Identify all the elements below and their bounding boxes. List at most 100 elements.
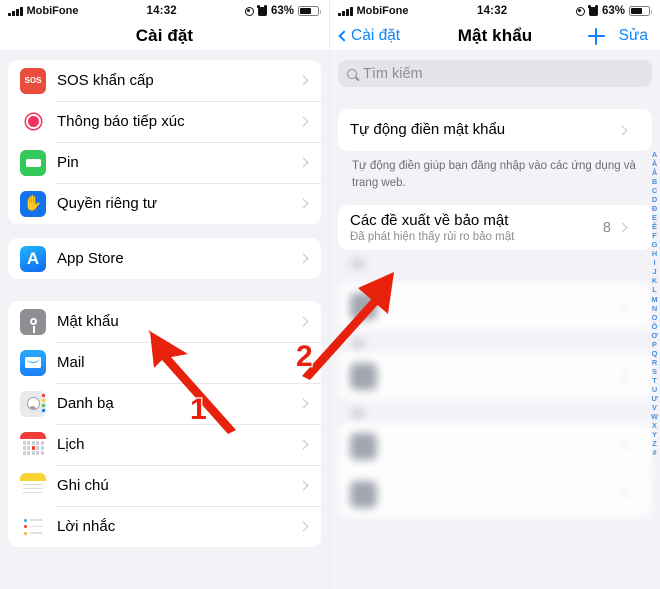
- privacy-hand-icon: ✋: [20, 190, 46, 217]
- security-subtitle: Đã phát hiện thấy rủi ro bảo mật: [350, 231, 515, 244]
- list-item-label: Pin: [57, 154, 79, 171]
- chevron-right-icon: [298, 116, 309, 127]
- chevron-right-icon: [617, 489, 628, 500]
- security-recommendations-card[interactable]: Các đề xuất về bảo mật Đã phát hiện thấy…: [338, 205, 652, 251]
- calendar-icon: [20, 431, 46, 458]
- section-header-redacted: [352, 339, 364, 349]
- index-letter[interactable]: J: [652, 267, 656, 276]
- security-recommendations-row[interactable]: Các đề xuất về bảo mật Đã phát hiện thấy…: [338, 205, 652, 250]
- chevron-right-icon: [298, 439, 309, 450]
- autofill-footnote: Tự động điền giúp bạn đăng nhập vào các …: [352, 160, 636, 189]
- section-header-redacted: [352, 259, 364, 269]
- index-letter[interactable]: K: [652, 276, 657, 285]
- sidebar-item-privacy[interactable]: ✋ Quyền riêng tư: [8, 183, 321, 224]
- sidebar-item-mail[interactable]: Mail: [8, 342, 321, 383]
- index-letter[interactable]: T: [652, 376, 657, 385]
- contacts-icon: [20, 390, 46, 417]
- sidebar-item-exposure-notification[interactable]: Thông báo tiếp xúc: [8, 101, 321, 142]
- password-group-redacted: [338, 422, 652, 519]
- chevron-right-icon: [298, 316, 309, 327]
- edit-button[interactable]: Sửa: [619, 27, 648, 45]
- index-letter[interactable]: E: [652, 213, 657, 222]
- cellular-bars-icon: [338, 6, 353, 16]
- list-item-label: Lịch: [57, 436, 85, 453]
- index-letter[interactable]: Ơ: [651, 331, 657, 340]
- index-letter[interactable]: X: [652, 421, 657, 430]
- settings-group-3: Mật khẩu Mail Danh bạ Lịch Ghi chú Lời n…: [8, 301, 321, 547]
- sidebar-item-battery[interactable]: Pin: [8, 142, 321, 183]
- battery-settings-icon: [20, 149, 46, 176]
- section-header-redacted: [352, 409, 364, 419]
- alarm-clock-icon: [588, 4, 599, 16]
- index-letter[interactable]: #: [652, 448, 656, 457]
- index-letter[interactable]: M: [651, 295, 657, 304]
- chevron-right-icon: [298, 198, 309, 209]
- nav-actions: Sửa: [587, 27, 648, 45]
- sos-icon: SOS: [20, 67, 46, 94]
- back-button[interactable]: Cài đặt: [338, 27, 400, 45]
- index-letter[interactable]: O: [652, 313, 658, 322]
- sidebar-item-notes[interactable]: Ghi chú: [8, 465, 321, 506]
- index-letter[interactable]: Ê: [652, 222, 657, 231]
- index-letter[interactable]: Ă: [652, 159, 657, 168]
- index-letter[interactable]: S: [652, 367, 657, 376]
- status-bar-carrier-group: MobiFone: [338, 5, 408, 17]
- index-letter[interactable]: H: [652, 249, 657, 258]
- list-item[interactable]: [338, 282, 652, 330]
- passwords-list[interactable]: Tìm kiếm Tự động điền mật khẩu Tự động đ…: [330, 60, 660, 589]
- index-letter[interactable]: D: [652, 195, 657, 204]
- autofill-passwords-row[interactable]: Tự động điền mật khẩu: [338, 109, 652, 151]
- index-letter[interactable]: V: [652, 403, 657, 412]
- index-letter[interactable]: B: [652, 177, 657, 186]
- search-placeholder: Tìm kiếm: [363, 65, 423, 82]
- index-letter[interactable]: F: [652, 231, 657, 240]
- chevron-right-icon: [617, 371, 628, 382]
- settings-list[interactable]: SOS SOS khẩn cấp Thông báo tiếp xúc Pin …: [0, 60, 329, 589]
- chevron-right-icon: [298, 75, 309, 86]
- index-letter[interactable]: I: [653, 258, 655, 267]
- chevron-right-icon: [617, 301, 628, 312]
- list-item[interactable]: [338, 422, 652, 470]
- nav-bar-passwords: Cài đặt Mật khẩu Sửa: [330, 22, 660, 50]
- list-item[interactable]: [338, 352, 652, 400]
- passwords-key-icon: [20, 308, 46, 335]
- sidebar-item-sos[interactable]: SOS SOS khẩn cấp: [8, 60, 321, 101]
- index-letter[interactable]: W: [651, 412, 658, 421]
- sidebar-item-contacts[interactable]: Danh bạ: [8, 383, 321, 424]
- index-letter[interactable]: Ư: [651, 394, 657, 403]
- index-letter[interactable]: Â: [652, 168, 657, 177]
- index-letter[interactable]: Q: [652, 349, 658, 358]
- list-item-label: Mật khẩu: [57, 313, 119, 330]
- chevron-right-icon: [617, 441, 628, 452]
- autofill-passwords-card[interactable]: Tự động điền mật khẩu: [338, 109, 652, 151]
- redacted-password-entries[interactable]: [338, 259, 652, 519]
- list-item-label: Danh bạ: [57, 395, 114, 412]
- index-letter[interactable]: G: [652, 240, 658, 249]
- index-letter[interactable]: R: [652, 358, 657, 367]
- exposure-notification-icon: [20, 108, 46, 135]
- alphabet-index[interactable]: A Ă Â B C D Đ E Ê F G H I J K L M N O Ô …: [651, 150, 658, 457]
- index-letter[interactable]: Ô: [652, 322, 658, 331]
- sidebar-item-calendar[interactable]: Lịch: [8, 424, 321, 465]
- index-letter[interactable]: Z: [652, 439, 657, 448]
- sidebar-item-passwords[interactable]: Mật khẩu: [8, 301, 321, 342]
- index-letter[interactable]: Đ: [652, 204, 657, 213]
- notes-icon: [20, 472, 46, 499]
- battery-percent-label: 63%: [270, 5, 294, 17]
- list-item[interactable]: [338, 470, 652, 518]
- add-password-button[interactable]: [587, 27, 605, 45]
- index-letter[interactable]: N: [652, 304, 657, 313]
- index-letter[interactable]: U: [652, 385, 657, 394]
- index-letter[interactable]: C: [652, 186, 657, 195]
- index-letter[interactable]: P: [652, 340, 657, 349]
- battery-icon: [629, 6, 652, 16]
- search-input[interactable]: Tìm kiếm: [338, 60, 652, 87]
- clock-label: 14:32: [476, 5, 508, 17]
- security-title: Các đề xuất về bảo mật: [350, 212, 509, 230]
- sidebar-item-app-store[interactable]: A App Store: [8, 238, 321, 279]
- sidebar-item-reminders[interactable]: Lời nhắc: [8, 506, 321, 547]
- avatar: [350, 432, 377, 460]
- index-letter[interactable]: L: [652, 285, 657, 294]
- index-letter[interactable]: A: [652, 150, 657, 159]
- index-letter[interactable]: Y: [652, 430, 657, 439]
